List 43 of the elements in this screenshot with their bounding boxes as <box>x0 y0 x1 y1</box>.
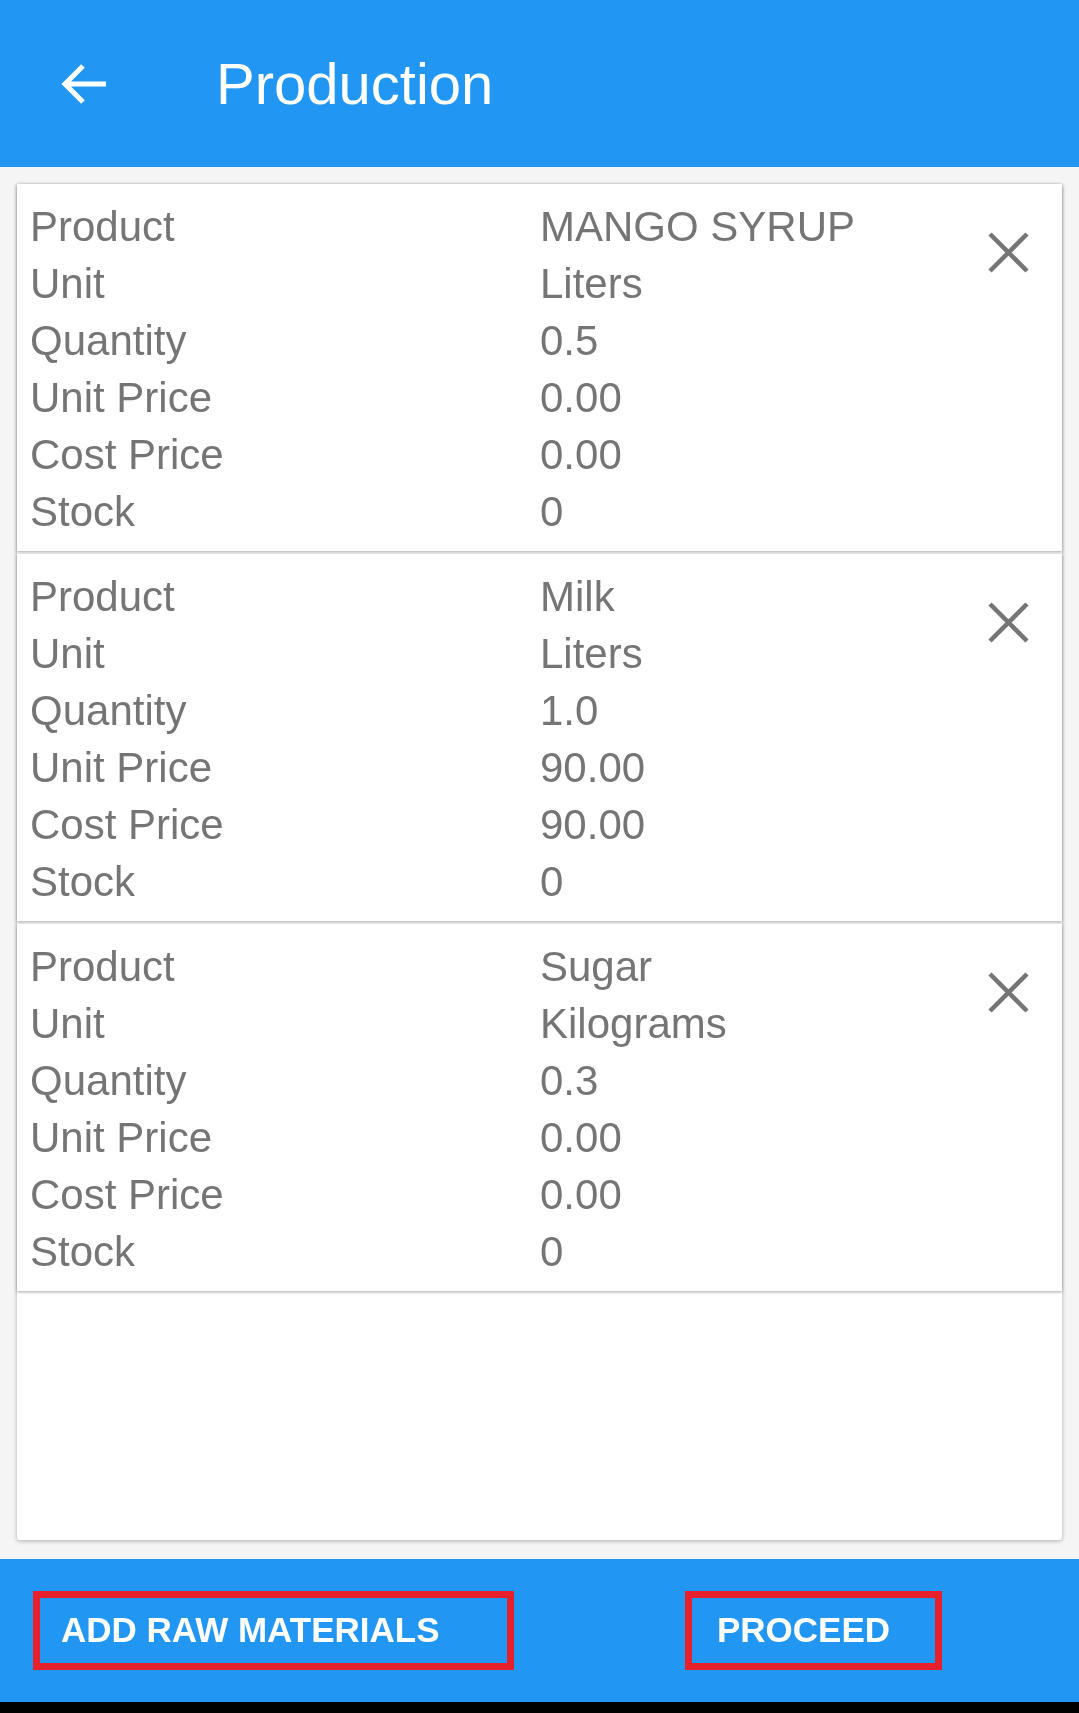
field-value: 0.00 <box>540 373 623 423</box>
field-label: Unit Price <box>30 743 214 793</box>
field-value: 0.3 <box>540 1056 600 1106</box>
field-label: Product <box>30 202 176 252</box>
field-value: 0.5 <box>540 316 600 366</box>
field-label: Quantity <box>30 316 188 366</box>
field-label: Quantity <box>30 1056 188 1106</box>
field-label: Quantity <box>30 686 188 736</box>
field-value: Sugar <box>540 942 654 992</box>
field-value: Liters <box>540 259 644 309</box>
field-value: Kilograms <box>540 999 728 1049</box>
back-arrow-icon[interactable] <box>60 62 108 105</box>
field-label: Stock <box>30 487 137 537</box>
field-label: Product <box>30 942 176 992</box>
field-value: 0 <box>540 487 565 537</box>
field-value: 90.00 <box>540 800 647 850</box>
field-value: 1.0 <box>540 686 600 736</box>
field-value: 0.00 <box>540 1113 623 1163</box>
field-label: Unit <box>30 259 106 309</box>
field-label: Cost Price <box>30 800 225 850</box>
field-value: 0.00 <box>540 430 623 480</box>
field-value: Milk <box>540 572 616 622</box>
close-icon[interactable] <box>988 232 1029 273</box>
field-value: 0.00 <box>540 1170 623 1220</box>
field-label: Unit Price <box>30 373 214 423</box>
field-label: Unit <box>30 629 106 679</box>
field-value: MANGO SYRUP <box>540 202 857 252</box>
close-icon[interactable] <box>988 972 1029 1013</box>
field-label: Unit Price <box>30 1113 214 1163</box>
field-value: Liters <box>540 629 644 679</box>
field-value: 0 <box>540 1227 565 1277</box>
field-label: Cost Price <box>30 430 225 480</box>
field-label: Stock <box>30 1227 137 1277</box>
field-label: Stock <box>30 857 137 907</box>
field-value: 90.00 <box>540 743 647 793</box>
field-label: Product <box>30 572 176 622</box>
proceed-button[interactable]: PROCEED <box>685 1591 942 1670</box>
add-raw-materials-button[interactable]: ADD RAW MATERIALS <box>33 1591 514 1670</box>
field-label: Unit <box>30 999 106 1049</box>
field-value: 0 <box>540 857 565 907</box>
field-label: Cost Price <box>30 1170 225 1220</box>
close-icon[interactable] <box>988 602 1029 643</box>
screen-title: Production <box>216 50 494 118</box>
